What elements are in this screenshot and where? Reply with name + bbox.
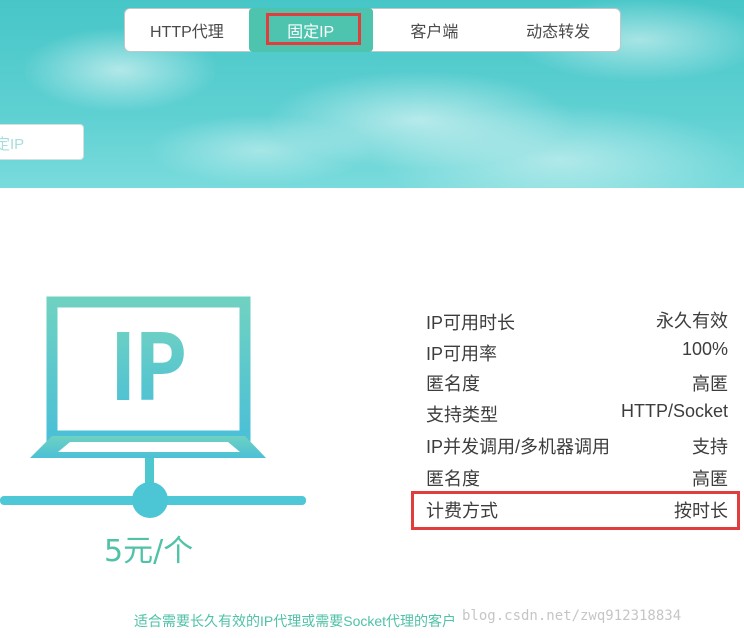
spec-value: 高匿 — [692, 374, 728, 394]
spec-value: 支持 — [692, 436, 728, 457]
spec-row-billing: 计费方式 按时长 — [426, 493, 728, 526]
ip-letters: IP — [111, 321, 185, 416]
search-input[interactable]: 定IP — [0, 124, 84, 160]
spec-label: 支持类型 — [426, 404, 498, 425]
top-nav: HTTP代理 固定IP 客户端 动态转发 — [124, 8, 621, 52]
spec-label: IP可用率 — [426, 343, 498, 364]
spec-row: 支持类型 HTTP/Socket — [426, 398, 728, 429]
spec-row: IP可用时长 永久有效 — [426, 306, 728, 337]
spec-list: IP可用时长 永久有效 IP可用率 100% 匿名度 高匿 支持类型 HTTP/… — [426, 306, 728, 526]
spec-label: 匿名度 — [426, 374, 480, 394]
spec-label: 匿名度 — [426, 468, 480, 489]
laptop-ip-icon: IP — [0, 296, 306, 518]
nav-item-http-proxy[interactable]: HTTP代理 — [125, 8, 249, 52]
nav-item-fixed-ip[interactable]: 固定IP — [248, 8, 373, 52]
spec-label: IP并发调用/多机器调用 — [426, 436, 611, 457]
spec-row: 匿名度 高匿 — [426, 368, 728, 398]
spec-value: 高匿 — [692, 468, 728, 489]
spec-row: IP可用率 100% — [426, 337, 728, 368]
spec-value: 按时长 — [674, 500, 728, 521]
spec-label: 计费方式 — [426, 500, 498, 521]
product-description: 适合需要长久有效的IP代理或需要Socket代理的客户 — [134, 613, 457, 629]
watermark: blog.csdn.net/zwq912318834 — [462, 608, 682, 624]
spec-row: IP并发调用/多机器调用 支持 — [426, 429, 728, 462]
spec-row: 匿名度 高匿 — [426, 462, 728, 493]
price-label: 5元/个 — [104, 534, 194, 569]
nav-item-dynamic-forward[interactable]: 动态转发 — [496, 8, 620, 52]
spec-value: 100% — [681, 339, 728, 359]
spec-value: HTTP/Socket — [620, 401, 728, 421]
spec-value: 永久有效 — [656, 310, 728, 331]
nav-item-client[interactable]: 客户端 — [373, 8, 497, 52]
spec-label: IP可用时长 — [426, 312, 516, 333]
